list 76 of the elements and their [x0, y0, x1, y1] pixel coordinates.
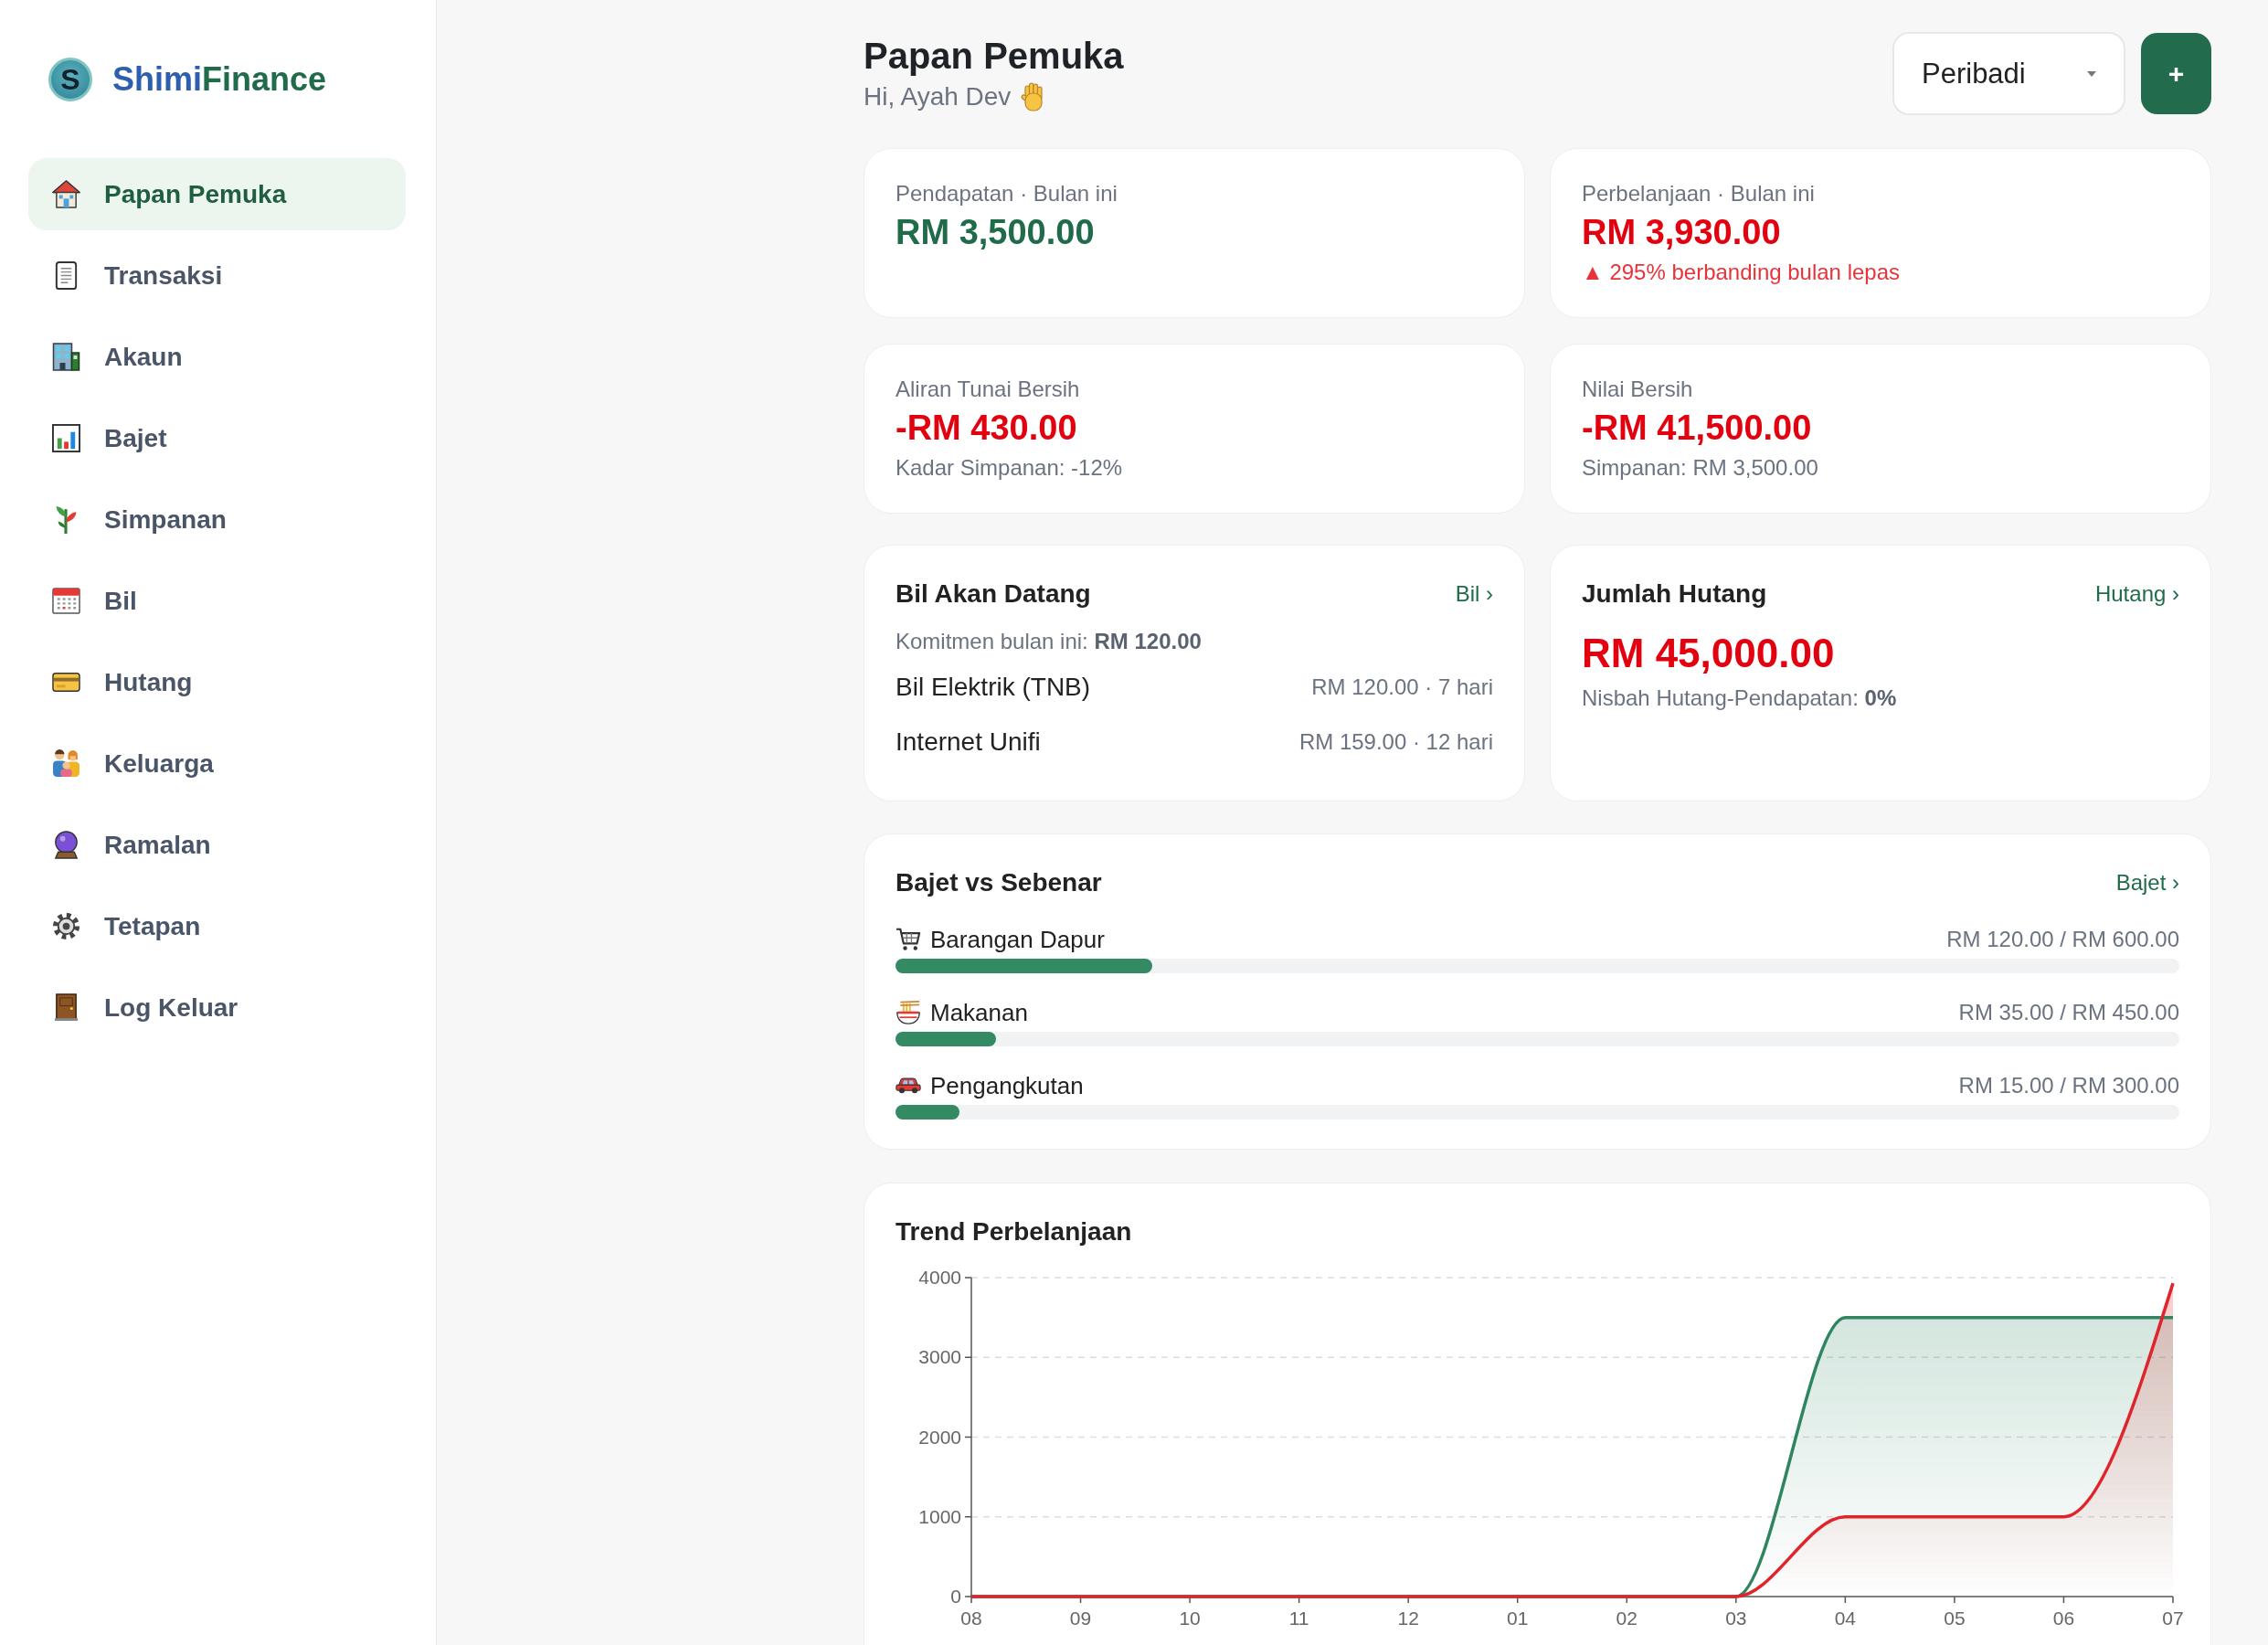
- nav-item[interactable]: Tetapan: [28, 890, 406, 962]
- card-title: Bajet vs Sebenar: [896, 867, 1102, 898]
- profile-dropdown[interactable]: Peribadi: [1892, 32, 2125, 115]
- bill-detail: RM 120.00 · 7 hari: [1311, 674, 1493, 701]
- app-name: ShimiFinance: [112, 59, 327, 100]
- y-axis-label: 2000: [918, 1426, 961, 1448]
- bar-chart-icon: [52, 424, 80, 452]
- category-name: Makanan: [930, 998, 1028, 1027]
- door-icon: [52, 993, 80, 1022]
- card-title: Jumlah Hutang: [1582, 578, 1767, 610]
- house-icon: [52, 180, 80, 208]
- x-axis-label: 02: [1616, 1608, 1637, 1629]
- add-button[interactable]: +: [2141, 33, 2211, 114]
- debt-total: RM 45,000.00: [1582, 630, 1836, 677]
- bills-link[interactable]: Bil ›: [1455, 580, 1493, 608]
- bill-detail: RM 159.00 · 12 hari: [1298, 728, 1493, 756]
- budget-link[interactable]: Bajet ›: [2115, 869, 2179, 897]
- bill-name: Internet Unifi: [896, 727, 1041, 758]
- y-axis-label: 3000: [918, 1346, 961, 1368]
- stat-label: Nilai Bersih: [1582, 376, 1694, 403]
- card-title: Bil Akan Datang: [896, 578, 1091, 610]
- stat-note: Simpanan: RM 3,500.00: [1582, 454, 1819, 482]
- x-axis-label: 11: [1288, 1608, 1309, 1629]
- stat-note: ▲ 295% berbanding bulan lepas: [1582, 259, 1901, 286]
- y-axis-label: 4000: [918, 1267, 961, 1288]
- debt-ratio-text: Nisbah Hutang-Pendapatan: 0%: [1582, 685, 1898, 712]
- budget-amount: RM 15.00 / RM 300.00: [1958, 1073, 2179, 1098]
- debt-link[interactable]: Hutang ›: [2094, 580, 2179, 608]
- category-name: Barangan Dapur: [930, 925, 1105, 954]
- x-axis-label: 09: [1069, 1608, 1092, 1629]
- family-icon: [52, 749, 80, 778]
- nav-item[interactable]: Bajet: [28, 402, 406, 474]
- x-axis-label: 03: [1725, 1608, 1747, 1629]
- stat-note: Kadar Simpanan: -12%: [896, 454, 1124, 482]
- shopping-cart-icon: [896, 928, 921, 951]
- x-axis-label: 08: [960, 1608, 982, 1629]
- x-axis-label: 12: [1397, 1608, 1419, 1629]
- card-title: Trend Perbelanjaan: [896, 1216, 1132, 1247]
- noodle-bowl-icon: [896, 1001, 921, 1024]
- x-axis-label: 10: [1179, 1608, 1201, 1629]
- stat-value: -RM 430.00: [896, 408, 1078, 449]
- caret-icon: [2087, 70, 2096, 77]
- page-title: Papan Pemuka: [864, 35, 1124, 78]
- stat-label: Pendapatan · Bulan ini: [896, 180, 1118, 207]
- building-icon: [52, 343, 80, 371]
- stat-label: Aliran Tunai Bersih: [896, 376, 1081, 403]
- stat-value: RM 3,930.00: [1582, 212, 1782, 253]
- crystal-ball-icon: [52, 831, 80, 859]
- y-axis-label: 0: [950, 1586, 961, 1607]
- x-axis-label: 04: [1834, 1608, 1857, 1629]
- commitment-text: Komitmen bulan ini: RM 120.00: [896, 628, 1203, 655]
- budget-amount: RM 120.00 / RM 600.00: [1946, 927, 2179, 952]
- nav-item[interactable]: Papan Pemuka: [28, 158, 406, 230]
- bill-name: Bil Elektrik (TNB): [896, 672, 1091, 703]
- calendar-icon: [52, 587, 80, 615]
- x-axis-label: 05: [1944, 1608, 1966, 1629]
- nav-item[interactable]: Bil: [28, 565, 406, 637]
- nav-item[interactable]: Keluarga: [28, 727, 406, 800]
- stat-value: RM 3,500.00: [896, 212, 1096, 253]
- budget-amount: RM 35.00 / RM 450.00: [1958, 1000, 2179, 1025]
- category-name: Pengangkutan: [930, 1071, 1084, 1100]
- stat-value: -RM 41,500.00: [1582, 408, 1813, 449]
- x-axis-label: 06: [2052, 1608, 2075, 1629]
- nav-item[interactable]: Simpanan: [28, 483, 406, 556]
- stat-label: Perbelanjaan · Bulan ini: [1582, 180, 1816, 207]
- nav-item[interactable]: Ramalan: [28, 809, 406, 881]
- logo-mark: S: [48, 58, 92, 101]
- y-axis-label: 1000: [918, 1505, 961, 1527]
- nav-item[interactable]: Transaksi: [28, 239, 406, 312]
- gear-icon: [52, 912, 80, 940]
- nav-item[interactable]: Hutang: [28, 646, 406, 718]
- greeting-text: Hi, Ayah Dev: [864, 81, 1012, 112]
- nav-item[interactable]: Log Keluar: [28, 971, 406, 1044]
- nav-item[interactable]: Akaun: [28, 321, 406, 393]
- x-axis-label: 07: [2162, 1608, 2184, 1629]
- x-axis-label: 01: [1507, 1608, 1529, 1629]
